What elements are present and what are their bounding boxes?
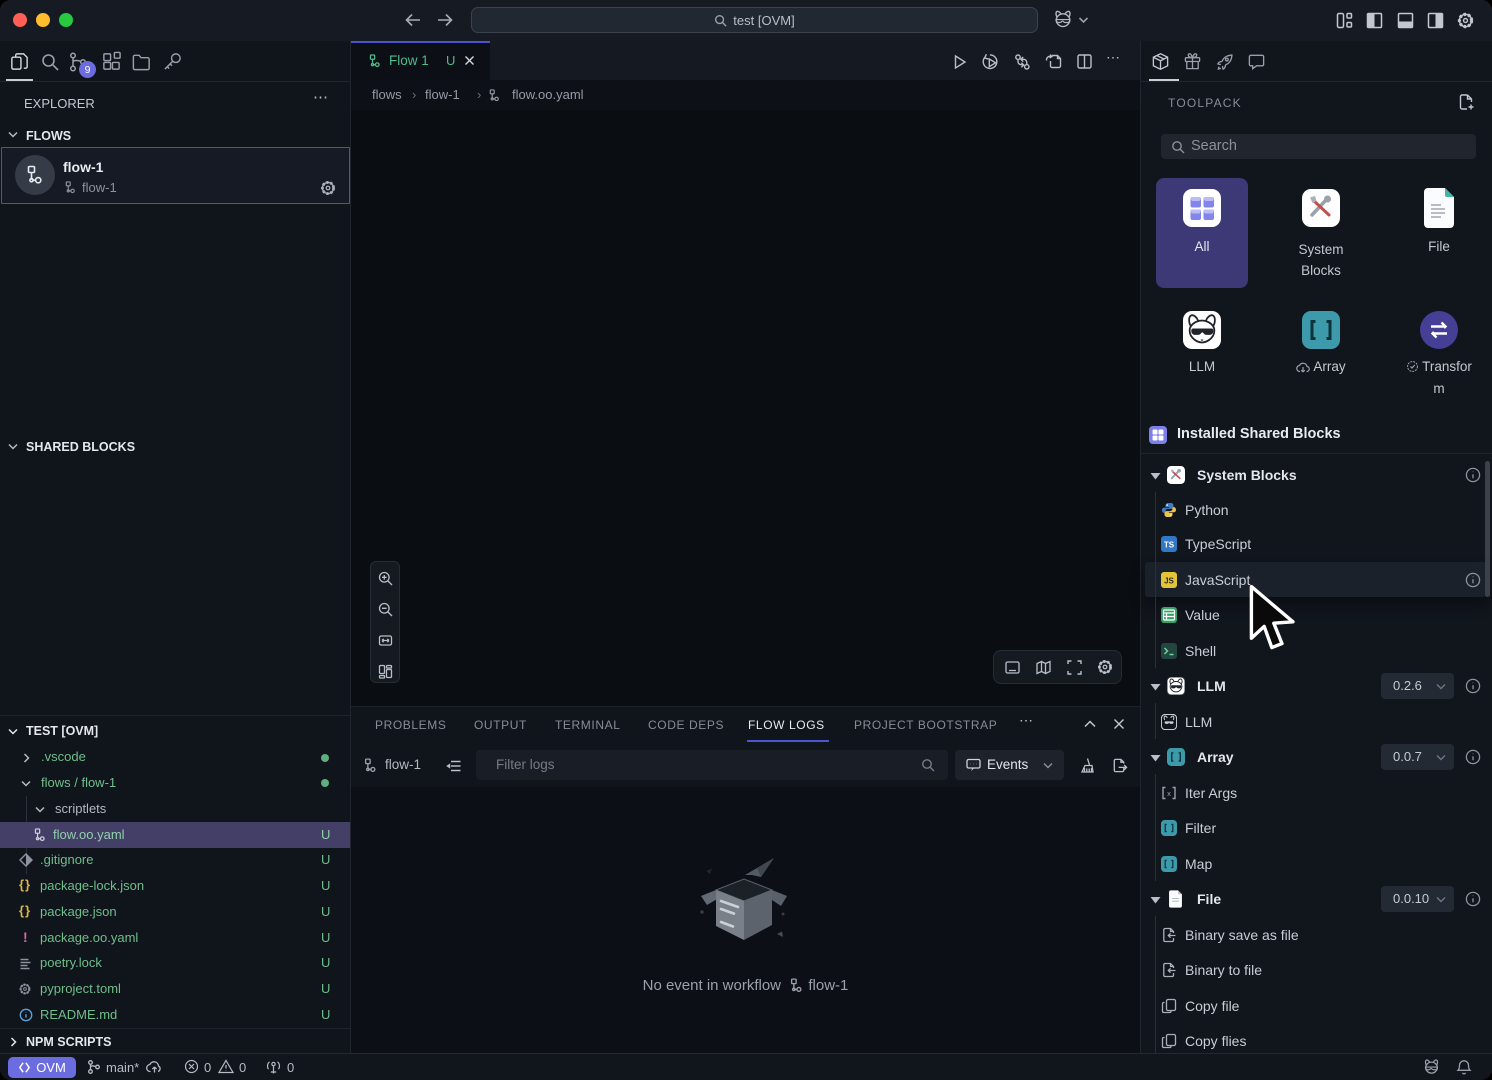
svg-text:TS: TS <box>1164 541 1175 550</box>
svg-text:x: x <box>1167 789 1171 798</box>
svg-text:JS: JS <box>1164 576 1174 585</box>
